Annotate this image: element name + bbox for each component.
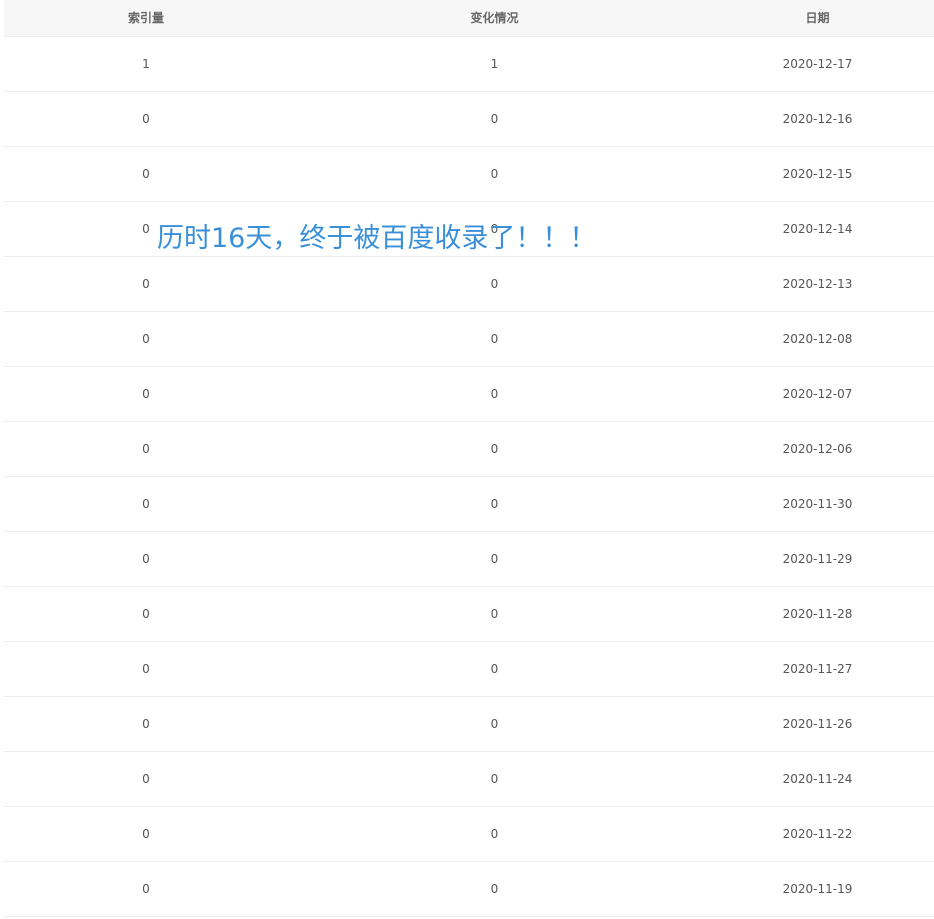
table-row: 1 1 2020-12-17	[4, 37, 934, 92]
index-cell: 0	[142, 607, 150, 621]
index-cell: 0	[142, 497, 150, 511]
change-cell: 0	[490, 552, 499, 566]
index-cell: 0	[142, 662, 150, 676]
table-row: 0 0 2020-12-08	[4, 312, 934, 367]
table-row: 0 0 2020-11-28	[4, 587, 934, 642]
date-cell: 2020-11-24	[782, 772, 853, 786]
change-cell: 0	[490, 827, 499, 841]
change-cell: 1	[490, 57, 499, 71]
change-cell: 0	[490, 882, 499, 896]
table-row: 0 0 2020-11-30	[4, 477, 934, 532]
index-cell: 0	[142, 442, 150, 456]
table-row: 0 0 2020-11-24	[4, 752, 934, 807]
change-cell: 0	[490, 497, 499, 511]
date-cell: 2020-12-14	[782, 222, 853, 236]
change-cell: 0	[490, 607, 499, 621]
index-cell: 0	[142, 387, 150, 401]
change-cell: 0	[490, 112, 499, 126]
date-cell: 2020-12-07	[782, 387, 853, 401]
table-row: 0 0 2020-12-13	[4, 257, 934, 312]
date-cell: 2020-11-22	[782, 827, 853, 841]
change-cell: 0	[490, 717, 499, 731]
index-table: 索引量 变化情况 日期 1 1 2020-12-17 0 0 2020-12-1…	[4, 0, 934, 917]
index-cell: 0	[142, 332, 150, 346]
table-row: 0 0 2020-11-26	[4, 697, 934, 752]
table-row: 0 0 2020-12-07	[4, 367, 934, 422]
table-row: 0 0 2020-12-06	[4, 422, 934, 477]
column-header-date[interactable]: 日期	[701, 3, 934, 33]
table-row: 0 0 2020-11-29	[4, 532, 934, 587]
date-cell: 2020-12-08	[782, 332, 853, 346]
table-row: 0 0 2020-12-15	[4, 147, 934, 202]
date-cell: 2020-11-19	[782, 882, 853, 896]
index-cell: 1	[142, 57, 150, 71]
column-header-index[interactable]: 索引量	[4, 3, 288, 33]
date-cell: 2020-11-27	[782, 662, 853, 676]
table-row: 0 0 2020-11-27	[4, 642, 934, 697]
index-cell: 0	[142, 882, 150, 896]
date-cell: 2020-12-16	[782, 112, 853, 126]
change-cell: 0	[490, 387, 499, 401]
index-cell: 0	[142, 827, 150, 841]
index-cell: 0	[142, 277, 150, 291]
date-cell: 2020-11-29	[782, 552, 853, 566]
table-row: 0 0 2020-12-16	[4, 92, 934, 147]
index-cell: 0	[142, 167, 150, 181]
change-cell: 0	[490, 332, 499, 346]
change-cell: 0	[490, 277, 499, 291]
date-cell: 2020-11-28	[782, 607, 853, 621]
annotation-overlay-text: 历时16天，终于被百度收录了！！！	[157, 223, 597, 254]
column-header-change[interactable]: 变化情况	[288, 3, 701, 33]
date-cell: 2020-11-26	[782, 717, 853, 731]
index-cell: 0	[142, 552, 150, 566]
date-cell: 2020-12-15	[782, 167, 853, 181]
date-cell: 2020-12-13	[782, 277, 853, 291]
date-cell: 2020-12-06	[782, 442, 853, 456]
date-cell: 2020-11-30	[782, 497, 853, 511]
index-cell: 0	[142, 112, 150, 126]
change-cell: 0	[490, 662, 499, 676]
change-cell: 0	[490, 772, 499, 786]
table-row: 0 0 2020-11-19	[4, 862, 934, 917]
index-cell: 0	[142, 772, 150, 786]
index-cell: 0	[142, 717, 150, 731]
change-cell: 0	[490, 167, 499, 181]
table-header: 索引量 变化情况 日期	[4, 0, 934, 37]
change-cell: 0	[490, 442, 499, 456]
date-cell: 2020-12-17	[782, 57, 853, 71]
table-row: 0 0 2020-11-22	[4, 807, 934, 862]
